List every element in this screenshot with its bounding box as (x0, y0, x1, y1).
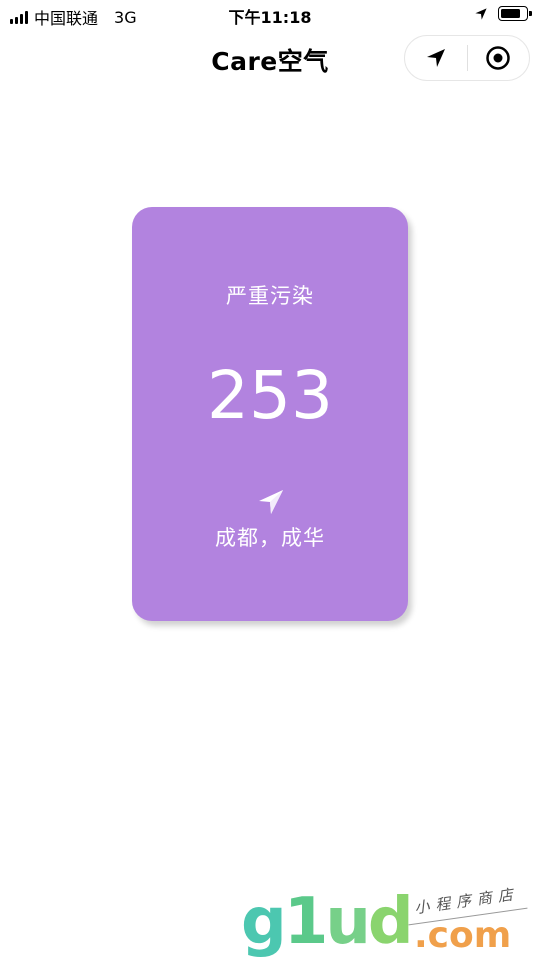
aqi-card[interactable]: 严重污染 253 成都，成华 (132, 207, 408, 621)
watermark: g1ud 小程序商店 .com (238, 885, 538, 959)
locate-button[interactable] (405, 36, 467, 80)
target-icon (486, 46, 510, 70)
capsule-menu (404, 35, 530, 81)
aqi-location: 成都，成华 (215, 526, 325, 550)
close-miniprogram-button[interactable] (467, 36, 529, 80)
aqi-level: 严重污染 (226, 284, 314, 308)
watermark-logo: g1ud (241, 885, 414, 959)
aqi-value: 253 (207, 357, 333, 434)
navigation-arrow-icon (426, 49, 445, 67)
battery-icon (498, 6, 532, 21)
status-bar: 中国联通 3G 下午11:18 (0, 0, 540, 30)
screen: 中国联通 3G 下午11:18 Care空气 严重污染 253 成都，成华 g1… (0, 0, 540, 960)
status-right (474, 6, 532, 21)
watermark-tagline: 小程序商店 (413, 884, 520, 918)
location-arrow-icon (259, 490, 283, 514)
watermark-suffix: .com (414, 915, 512, 956)
status-time: 下午11:18 (228, 8, 312, 27)
location-arrow-icon (475, 7, 487, 20)
